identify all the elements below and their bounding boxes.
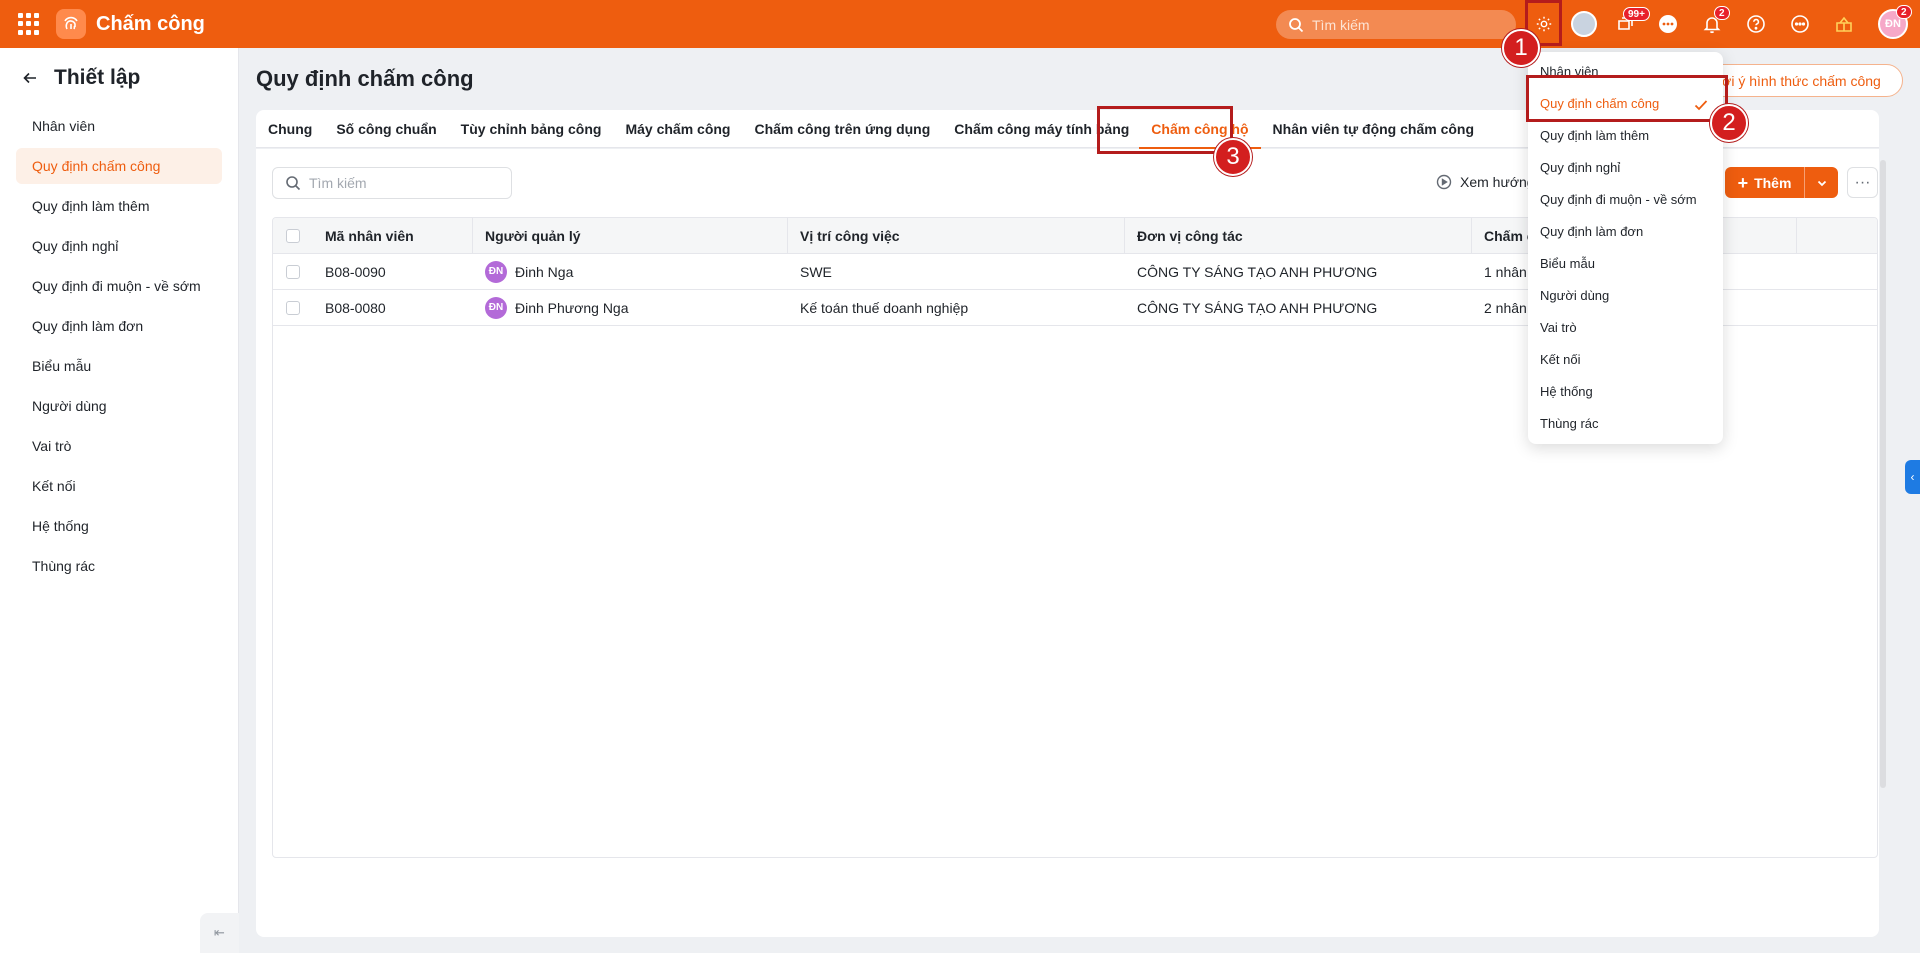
back-arrow-icon[interactable] [22,70,38,86]
avatar-badge: 2 [1896,5,1912,19]
col-position[interactable]: Vị trí công việc [788,218,1125,253]
sidebar-item-forms[interactable]: Biểu mẫu [16,348,222,384]
menu-item-request-rules[interactable]: Quy định làm đơn [1528,216,1723,248]
tab-custom-timesheet[interactable]: Tùy chỉnh bảng công [461,110,602,148]
chat-icon[interactable] [1654,10,1682,38]
sidebar-item-trash[interactable]: Thùng rác [16,548,222,584]
sidebar-item-overtime-rules[interactable]: Quy định làm thêm [16,188,222,224]
sidebar-header: Thiết lập [0,48,238,108]
more-icon[interactable] [1786,10,1814,38]
menu-item-users[interactable]: Người dùng [1528,280,1723,312]
collapse-sidebar-icon[interactable]: ⇤ [200,913,239,953]
user-avatar[interactable]: ĐN 2 [1878,5,1912,39]
add-button-group: + Thêm [1725,167,1838,198]
global-search[interactable] [1276,10,1516,39]
annotation-step-2: 2 [1710,104,1748,142]
cell-employee-code: B08-0080 [325,299,386,316]
cell-position: SWE [800,263,832,280]
help-icon[interactable] [1742,10,1770,38]
sidebar-item-connections[interactable]: Kết nối [16,468,222,504]
sidebar-item-system[interactable]: Hệ thống [16,508,222,544]
row-checkbox[interactable] [286,300,300,315]
expand-panel-chevron-icon[interactable]: ‹ [1905,460,1920,494]
menu-item-late-early-rules[interactable]: Quy định đi muộn - về sớm [1528,184,1723,216]
menu-item-system[interactable]: Hệ thống [1528,376,1723,408]
app-title[interactable]: Chấm công [96,13,205,36]
sidebar-item-employees[interactable]: Nhân viên [16,108,222,144]
manager-name: Đinh Nga [515,263,574,280]
tasks-badge: 99+ [1623,7,1650,21]
chevron-down-icon [1817,180,1826,186]
cell-manager: ĐN Đinh Phương Nga [473,290,788,325]
col-manager[interactable]: Người quản lý [473,218,788,253]
sidebar-item-roles[interactable]: Vai trò [16,428,222,464]
menu-item-overtime-rules[interactable]: Quy định làm thêm [1528,120,1723,152]
annotation-step-1: 1 [1502,29,1540,67]
guide-label: Xem hướng [1460,174,1535,190]
notification-badge: 2 [1714,6,1730,20]
cell-unit: CÔNG TY SÁNG TẠO ANH PHƯƠNG [1137,299,1378,316]
tab-app-attendance[interactable]: Chấm công trên ứng dụng [754,110,930,148]
avatar-initials: ĐN [1885,18,1901,30]
cell-position: Kế toán thuế doanh nghiệp [800,299,969,316]
annotation-step-3: 3 [1214,138,1252,176]
gift-icon[interactable] [1830,10,1858,38]
add-button[interactable]: + Thêm [1725,167,1805,198]
col-actions [1797,218,1877,253]
sidebar-item-users[interactable]: Người dùng [16,388,222,424]
tab-general[interactable]: Chung [268,110,312,148]
select-all-cell [273,218,313,253]
bell-icon[interactable]: 2 [1698,6,1730,38]
play-circle-icon [1436,174,1452,190]
cell-employee-code: B08-0090 [325,263,386,280]
tab-auto-attendance[interactable]: Nhân viên tự động chấm công [1273,110,1474,148]
sidebar-item-leave-rules[interactable]: Quy định nghỉ [16,228,222,264]
sidebar-item-attendance-rules[interactable]: Quy định chấm công [16,148,222,184]
cell-manager: ĐN Đinh Nga [473,254,788,289]
annotation-highlight-menu-item [1526,75,1728,122]
sidebar-title: Thiết lập [54,66,141,89]
sidebar-item-request-rules[interactable]: Quy định làm đơn [16,308,222,344]
guide-link[interactable]: Xem hướng [1436,174,1535,190]
suggest-method-button[interactable]: ợi ý hình thức chấm công [1700,64,1903,97]
avatar-icon[interactable] [1570,10,1598,38]
vertical-scrollbar[interactable] [1880,160,1886,788]
search-icon [1289,17,1304,32]
ellipsis-icon: ··· [1854,173,1871,191]
fingerprint-icon [56,9,86,39]
select-all-checkbox[interactable] [286,228,300,243]
row-select-cell [273,290,313,325]
sidebar: Thiết lập Nhân viên Quy định chấm công Q… [0,48,239,953]
col-unit[interactable]: Đơn vị công tác [1125,218,1472,253]
menu-item-forms[interactable]: Biểu mẫu [1528,248,1723,280]
annotation-highlight-tab [1097,106,1233,154]
global-search-input[interactable] [1312,16,1492,33]
top-bar: Chấm công 99+ 2 ĐN 2 [0,0,1920,48]
sidebar-item-late-early-rules[interactable]: Quy định đi muộn - về sớm [16,268,222,304]
cell-unit: CÔNG TY SÁNG TẠO ANH PHƯƠNG [1137,263,1378,280]
col-employee-code[interactable]: Mã nhân viên [313,218,473,253]
apps-grid-icon[interactable] [18,13,40,35]
tab-standard-workdays[interactable]: Số công chuẩn [336,110,436,148]
menu-item-connections[interactable]: Kết nối [1528,344,1723,376]
menu-item-roles[interactable]: Vai trò [1528,312,1723,344]
tasks-icon[interactable]: 99+ [1612,7,1650,38]
page-title: Quy định chấm công [256,66,474,91]
more-options-button[interactable]: ··· [1847,167,1878,198]
search-icon [286,176,301,191]
add-label: Thêm [1754,174,1792,191]
manager-avatar: ĐN [485,260,507,283]
list-search-input[interactable] [309,175,499,191]
tab-attendance-machine[interactable]: Máy chấm công [625,110,730,148]
manager-avatar: ĐN [485,296,507,319]
row-select-cell [273,254,313,289]
manager-name: Đinh Phương Nga [515,299,629,316]
add-dropdown-button[interactable] [1805,177,1838,189]
list-search[interactable] [272,167,512,199]
plus-icon: + [1737,172,1749,193]
sidebar-menu: Nhân viên Quy định chấm công Quy định là… [0,108,238,584]
menu-item-trash[interactable]: Thùng rác [1528,408,1723,440]
row-checkbox[interactable] [286,264,300,279]
menu-item-leave-rules[interactable]: Quy định nghỉ [1528,152,1723,184]
